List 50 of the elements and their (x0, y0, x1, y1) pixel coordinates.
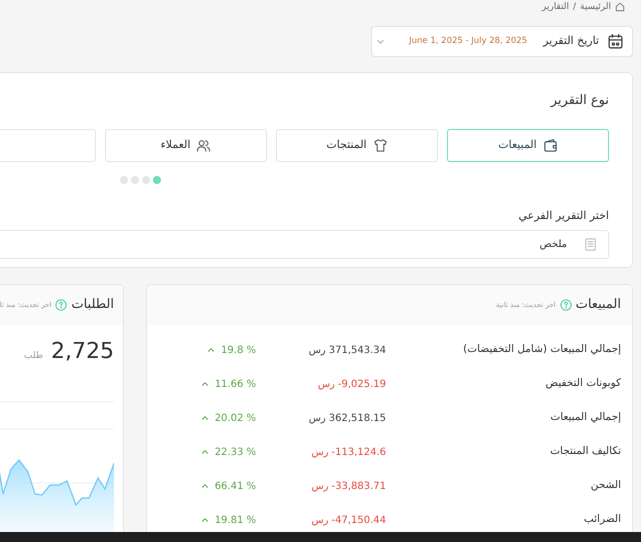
percent-change: 19.8 % (221, 344, 256, 358)
users-icon (196, 138, 212, 152)
calendar-icon (607, 33, 624, 50)
card-title: الطلبات (71, 296, 114, 314)
chevron-down-icon (376, 37, 386, 46)
metric-amount: 362,518.15 (328, 412, 386, 426)
breadcrumb-link[interactable]: الرئيسية (580, 1, 611, 13)
order-count: 2,725 (51, 341, 114, 363)
metric-label: الضرائب (582, 512, 621, 528)
currency-label: رس (318, 378, 335, 392)
breadcrumb-link[interactable]: التقارير (542, 1, 569, 13)
subreport-select[interactable]: ملخص (0, 230, 609, 259)
metric-label: الشحن (590, 478, 621, 494)
section-title: نوع التقرير (549, 92, 609, 110)
metric-label: إجمالي المبيعات (549, 410, 621, 426)
percent-change: 11.66 % (214, 378, 256, 392)
card-title: المبيعات (576, 296, 621, 314)
percent-change: 20.02 % (214, 412, 256, 426)
report-type-tab[interactable]: العملاء (105, 128, 267, 162)
metric-amount: 371,543.34 (328, 344, 386, 358)
help-icon (55, 299, 68, 311)
metric-amount: -9,025.19 (338, 378, 386, 392)
home-icon (615, 2, 625, 12)
percent-change: 19.81 % (214, 514, 256, 528)
pagination-dot[interactable] (153, 176, 161, 184)
percent-change: 66.41 % (214, 480, 256, 494)
report-type-tab[interactable]: المنتجات (276, 128, 438, 162)
metric-label: تكاليف المنتجات (549, 444, 621, 460)
currency-label: رس (308, 344, 326, 358)
document-icon (583, 237, 598, 252)
pagination-dot[interactable] (120, 176, 128, 184)
currency-label: رس (311, 480, 328, 494)
metric-label: كوبونات التخفيض (544, 376, 621, 392)
wallet-icon (542, 138, 558, 152)
currency-label: رس (311, 446, 328, 460)
help-icon (560, 299, 572, 311)
breadcrumb-separator: / (572, 1, 576, 13)
report-type-tab[interactable]: المبيعات (447, 128, 609, 162)
currency-label: رس (308, 412, 326, 426)
pagination-dot[interactable] (131, 176, 139, 184)
metric-amount: -47,150.44 (331, 514, 386, 528)
count-unit: طلب (24, 350, 44, 362)
metric-amount: -113,124.6 (331, 446, 386, 460)
metric-amount: -33,883.71 (331, 480, 386, 494)
currency-label: رس (311, 514, 328, 528)
field-label: اختر التقرير الفرعي (517, 208, 609, 224)
metric-label: إجمالي المبيعات (شامل التخفيضات) (462, 342, 621, 358)
percent-change: 22.33 % (214, 446, 256, 460)
pagination-dot[interactable] (142, 176, 150, 184)
shirt-icon (372, 138, 388, 152)
